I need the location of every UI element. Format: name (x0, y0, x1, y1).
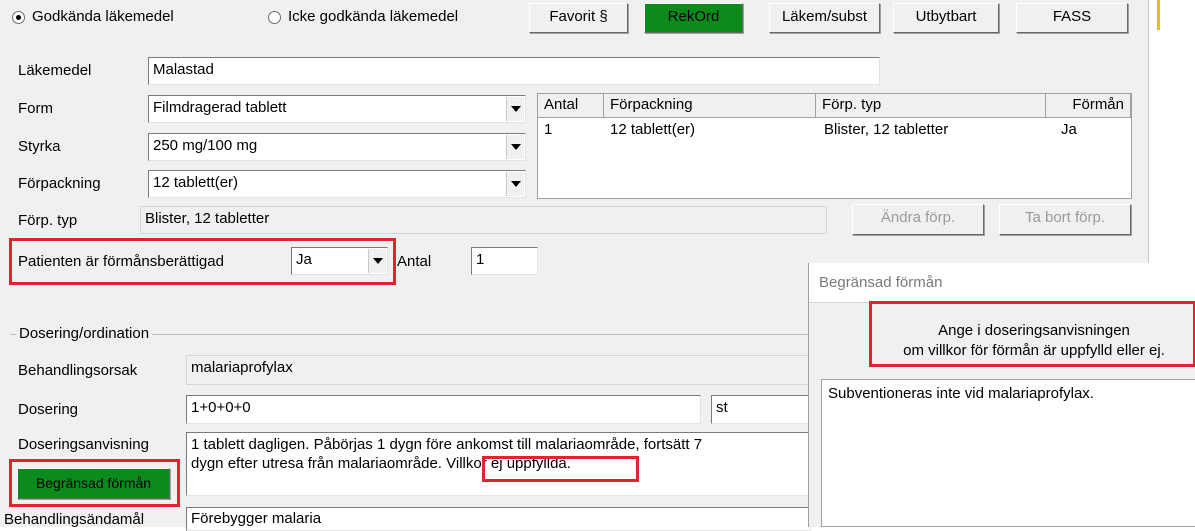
forp-typ-field: Blister, 12 tabletter (140, 206, 827, 234)
highlight-villkor (482, 456, 639, 482)
radio-approved-label: Godkända läkemedel (32, 8, 174, 25)
forpackning-select-value: 12 tablett(er) (153, 174, 239, 191)
highlight-dialog-instruction (869, 301, 1195, 367)
behandlingsorsak-field: malariaprofylax (186, 355, 812, 385)
dosering-input[interactable]: 1+0+0+0 (186, 395, 701, 424)
form-label: Form (18, 100, 53, 117)
radio-not-approved-drugs[interactable] (268, 11, 281, 24)
anvisning-line-1: 1 tablett dagligen. Påbörjas 1 dygn före… (191, 436, 703, 453)
behandlingsandamal-input[interactable]: Förebygger malaria (186, 507, 811, 531)
begransad-forman-dialog: Begränsad förmån Ange i doseringsanvisni… (808, 263, 1195, 527)
table-cell: 12 tablett(er) (610, 121, 696, 138)
dialog-text-area[interactable]: Subventioneras inte vid malariaprofylax. (821, 379, 1195, 527)
column-header-forman[interactable]: Förmån (1046, 94, 1131, 118)
chevron-down-icon[interactable] (506, 172, 524, 196)
rekord-button[interactable]: RekOrd (644, 3, 743, 33)
form-select-value: Filmdragerad tablett (153, 99, 287, 116)
behandlingsandamal-label: Behandlingsändamål (4, 511, 145, 528)
table-row[interactable]: 1 12 tablett(er) Blister, 12 tabletter J… (538, 120, 1131, 142)
andra-forp-button[interactable]: Ändra förp. (852, 204, 984, 235)
forpackning-select[interactable]: 12 tablett(er) (148, 170, 526, 198)
dosering-label: Dosering (18, 401, 79, 418)
styrka-label: Styrka (18, 138, 61, 155)
highlight-formansberattigad (9, 238, 396, 285)
dialog-text: Subventioneras inte vid malariaprofylax. (828, 385, 1094, 402)
doseringsanvisning-label: Doseringsanvisning (18, 436, 149, 453)
highlight-begransad-button (9, 459, 180, 507)
behandlingsorsak-label: Behandlingsorsak (18, 362, 138, 379)
dialog-title: Begränsad förmån (809, 263, 1195, 303)
antal-label: Antal (397, 253, 432, 270)
table-cell: 1 (544, 121, 553, 138)
package-table: Antal Förpackning Förp. typ Förmån 1 12 … (537, 93, 1132, 199)
forp-typ-label: Förp. typ (18, 212, 78, 229)
lakemedel-label: Läkemedel (18, 62, 92, 79)
chevron-down-icon[interactable] (506, 135, 524, 159)
lakemedel-input[interactable]: Malastad (148, 57, 880, 85)
table-cell: Ja (1061, 121, 1077, 138)
table-cell: Blister, 12 tabletter (824, 121, 949, 138)
anvisning-line-2-text: dygn efter utresa från malariaområde. (191, 455, 442, 472)
chevron-down-icon[interactable] (506, 97, 524, 121)
dosering-unit-field[interactable]: st (711, 395, 811, 424)
column-header-antal[interactable]: Antal (538, 94, 604, 118)
lakem-subst-button[interactable]: Läkem/subst (769, 3, 880, 33)
antal-input[interactable]: 1 (471, 247, 538, 275)
column-header-forp-typ[interactable]: Förp. typ (816, 94, 1046, 118)
styrka-select[interactable]: 250 mg/100 mg (148, 133, 526, 161)
ta-bort-forp-button[interactable]: Ta bort förp. (999, 204, 1131, 235)
favorit-button[interactable]: Favorit § (529, 3, 628, 33)
yellow-marker (1157, 0, 1160, 30)
forpackning-label: Förpackning (18, 175, 101, 192)
utbytbart-button[interactable]: Utbytbart (893, 3, 999, 33)
radio-not-approved-label: Icke godkända läkemedel (288, 8, 459, 25)
radio-approved-drugs[interactable] (12, 11, 25, 24)
column-header-forpackning[interactable]: Förpackning (604, 94, 816, 118)
fass-button[interactable]: FASS (1016, 3, 1128, 33)
styrka-select-value: 250 mg/100 mg (153, 137, 258, 154)
form-select[interactable]: Filmdragerad tablett (148, 95, 526, 123)
dosering-group-title: Dosering/ordination (16, 324, 153, 344)
